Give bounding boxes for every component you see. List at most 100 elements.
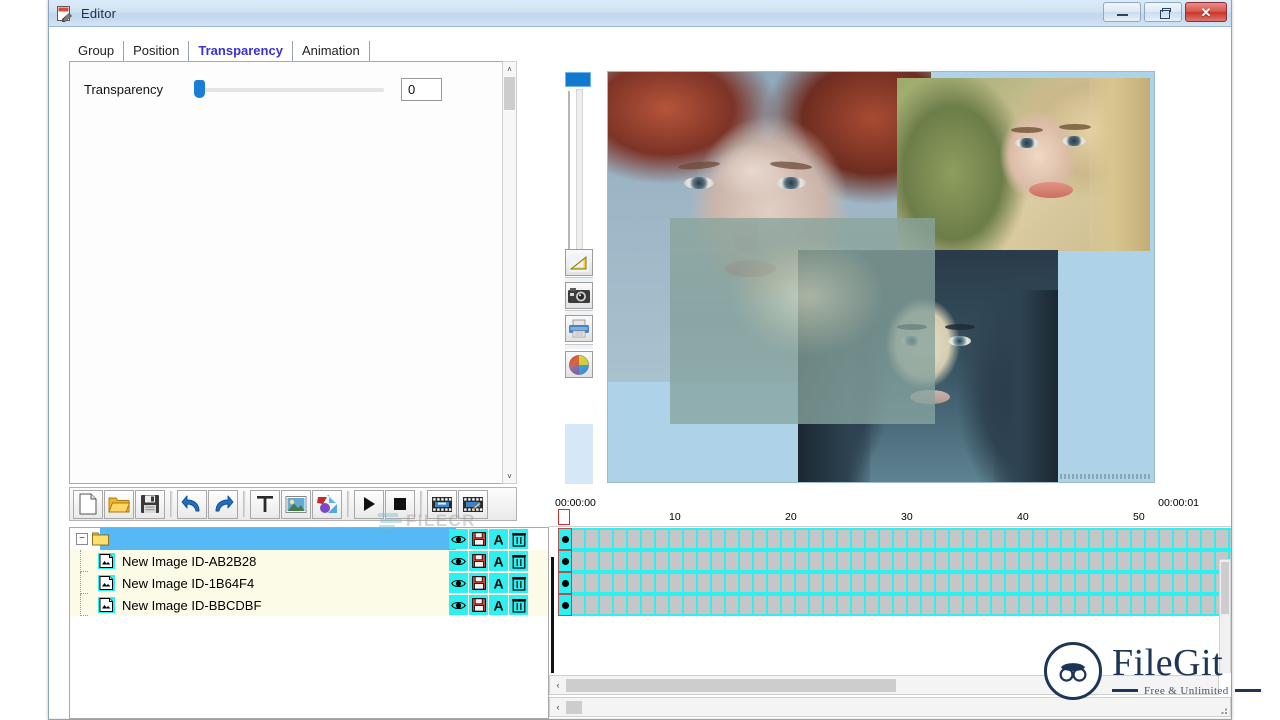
scroll-left-arrow[interactable]: ‹ xyxy=(550,700,566,715)
delete-layer[interactable] xyxy=(509,595,528,615)
track-frames[interactable] xyxy=(572,572,1231,594)
delete-layer[interactable] xyxy=(509,551,528,571)
scroll-thumb[interactable] xyxy=(566,700,582,714)
timeline-ruler[interactable]: 00:00:00 00:00:01 10 20 30 40 50 xyxy=(549,495,1231,527)
tab-transparency[interactable]: Transparency xyxy=(189,41,293,62)
scroll-up-arrow[interactable]: ˄ xyxy=(503,62,516,76)
layer-name: New Image ID-BBCDBF xyxy=(122,597,262,613)
track-frames[interactable] xyxy=(572,528,1231,550)
undo-button[interactable] xyxy=(177,489,207,519)
scroll-thumb[interactable] xyxy=(1221,562,1229,614)
table-row[interactable]: New Image ID-1B64F4 A xyxy=(70,572,548,594)
tool-separator-3 xyxy=(565,344,593,349)
keyframe-marker[interactable] xyxy=(558,594,572,616)
open-folder-button[interactable] xyxy=(104,489,134,519)
redo-button[interactable] xyxy=(208,489,238,519)
toolbar-separator-2 xyxy=(243,491,246,517)
visibility-toggle[interactable] xyxy=(449,573,468,593)
floppy-disk-icon xyxy=(141,495,159,513)
track-frames[interactable] xyxy=(572,594,1231,616)
text-toggle[interactable]: A xyxy=(489,573,508,593)
toolbar-separator-1 xyxy=(170,491,173,517)
svg-text:A: A xyxy=(493,554,503,568)
face-detail xyxy=(677,160,721,171)
vertical-slider-shadow xyxy=(568,91,570,274)
color-picker-button[interactable] xyxy=(565,351,593,378)
close-button[interactable]: ✕ xyxy=(1185,2,1227,22)
scroll-left-arrow[interactable]: ‹ xyxy=(550,678,566,693)
shapes-icon xyxy=(317,495,337,513)
lock-icon xyxy=(471,576,486,590)
tab-position[interactable]: Position xyxy=(124,41,190,62)
ruler-button[interactable] xyxy=(565,249,593,276)
scroll-down-arrow[interactable]: ˅ xyxy=(503,469,516,483)
minimize-button[interactable] xyxy=(1103,2,1141,22)
lock-toggle[interactable] xyxy=(469,551,488,571)
document-pencil-icon xyxy=(56,5,73,22)
letter-a-icon: A xyxy=(493,576,503,590)
print-button[interactable] xyxy=(565,315,593,342)
camera-icon xyxy=(568,287,590,303)
expander-toggle[interactable]: − xyxy=(76,533,88,545)
keyframe-marker[interactable] xyxy=(558,528,572,550)
properties-vertical-scrollbar[interactable]: ˄ ˅ xyxy=(502,61,517,484)
track-frames[interactable] xyxy=(572,550,1231,572)
add-text-button[interactable] xyxy=(250,489,280,519)
lock-toggle[interactable] xyxy=(469,595,488,615)
transparency-value-field[interactable]: 0 xyxy=(401,77,442,101)
eye-icon xyxy=(451,601,466,609)
visibility-toggle[interactable] xyxy=(449,551,468,571)
vertical-slider-groove[interactable] xyxy=(576,89,583,274)
window-title: Editor xyxy=(81,5,117,21)
text-toggle[interactable]: A xyxy=(489,595,508,615)
undo-arrow-icon xyxy=(181,495,200,512)
add-shape-button[interactable] xyxy=(312,489,342,519)
face-detail xyxy=(1089,78,1150,251)
maximize-button[interactable] xyxy=(1144,2,1182,22)
layer-name: New Image ID-1B64F4 xyxy=(122,575,255,591)
tab-animation[interactable]: Animation xyxy=(293,41,370,62)
close-icon: ✕ xyxy=(1200,4,1212,20)
redo-arrow-icon xyxy=(215,495,234,512)
filegit-brand-name: FileGit xyxy=(1112,642,1224,685)
window-client-area: Group Position Transparency Animation Tr… xyxy=(49,27,1231,719)
delete-layer[interactable] xyxy=(509,573,528,593)
window-controls: ✕ xyxy=(1103,2,1227,22)
table-row[interactable]: New Image ID-AB2B28 A xyxy=(70,550,548,572)
scroll-thumb[interactable] xyxy=(504,77,515,110)
keyframe-marker[interactable] xyxy=(558,550,572,572)
image-page-icon xyxy=(98,553,115,569)
slider-thumb[interactable] xyxy=(194,80,205,98)
visibility-toggle[interactable] xyxy=(449,595,468,615)
eye-icon xyxy=(451,579,466,587)
tab-group[interactable]: Group xyxy=(69,41,125,62)
playhead-handle[interactable] xyxy=(558,509,570,525)
vertical-strip-filler xyxy=(565,424,593,484)
svg-text:A: A xyxy=(493,576,503,590)
color-swatch-button[interactable] xyxy=(565,72,591,87)
preview-canvas[interactable] xyxy=(607,71,1155,483)
capture-button[interactable] xyxy=(565,282,593,309)
lock-icon xyxy=(471,554,486,568)
table-row[interactable]: New Image ID-BBCDBF A xyxy=(70,594,548,616)
face-detail xyxy=(1062,136,1086,146)
svg-text:A: A xyxy=(493,598,503,612)
face-detail xyxy=(776,177,806,189)
transparency-row: Transparency 0 xyxy=(84,74,504,104)
preview-area xyxy=(607,43,1167,483)
canvas-image-overlay[interactable] xyxy=(670,218,935,424)
layer-name: New Image ID-AB2B28 xyxy=(122,553,257,569)
lock-toggle[interactable] xyxy=(469,573,488,593)
text-toggle[interactable]: A xyxy=(489,551,508,571)
new-document-button[interactable] xyxy=(73,489,103,519)
scroll-thumb[interactable] xyxy=(566,678,896,692)
printer-icon xyxy=(569,319,589,338)
keyframe-marker[interactable] xyxy=(558,572,572,594)
save-button[interactable] xyxy=(135,489,165,519)
editor-window: Editor ✕ Group Position Transparency Ani… xyxy=(48,0,1232,720)
keyframe-dot xyxy=(561,557,569,565)
add-image-button[interactable] xyxy=(281,489,311,519)
transparency-slider[interactable] xyxy=(194,80,384,98)
row-action-group: A xyxy=(449,594,528,616)
letter-a-icon: A xyxy=(493,532,503,546)
